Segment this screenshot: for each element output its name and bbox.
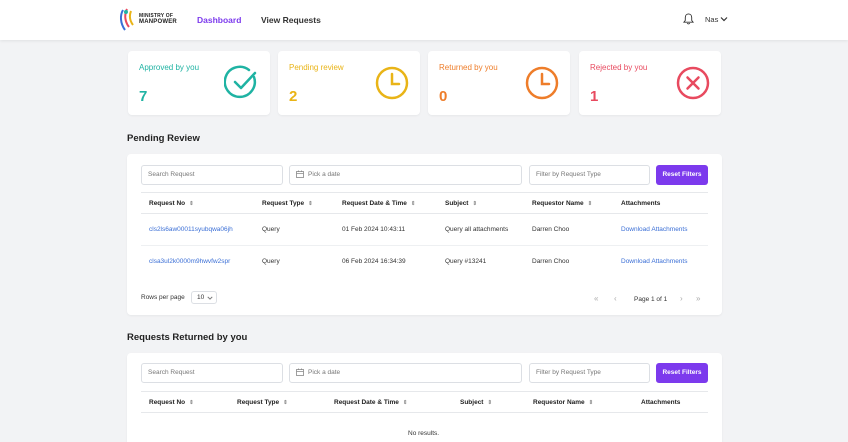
sort-icon: ⇕ <box>283 400 288 406</box>
returned-table: Request No ⇕ Request Type ⇕ Request Date &… <box>141 391 708 441</box>
reset-filters-button[interactable]: Reset Filters <box>656 165 708 185</box>
logo-mark-icon <box>119 8 134 31</box>
sort-icon: ⇕ <box>402 400 408 406</box>
returned-requests-panel: Search Request Pick a date Filter by Req… <box>127 353 722 442</box>
request-date: 06 Feb 2024 16:34:39 <box>342 258 406 265</box>
pending-table: Request No ⇕ Request Type ⇕ Request Date &… <box>141 192 708 284</box>
date-picker[interactable]: Pick a date <box>289 363 522 383</box>
clock-icon <box>375 66 409 100</box>
col-request-no[interactable]: Request No ⇕ <box>149 399 194 406</box>
card-returned: Returned by you 0 <box>428 51 570 115</box>
table-header: Request No ⇕ Request Type ⇕ Request Date &… <box>141 391 708 413</box>
request-no-link[interactable]: cls2ls6aw00011syubqwa06jh <box>149 226 233 233</box>
download-attachments-link[interactable]: Download Attachments <box>621 226 687 233</box>
date-placeholder: Pick a date <box>308 171 341 178</box>
subject: Query all attachments <box>445 226 509 233</box>
requestor-name: Darren Choo <box>532 226 570 233</box>
check-circle-icon <box>224 65 257 99</box>
col-request-date[interactable]: Request Date & Time ⇕ <box>342 200 416 207</box>
calendar-icon <box>296 170 304 179</box>
request-type-filter[interactable]: Filter by Request Type <box>529 363 650 383</box>
card-value: 0 <box>439 88 448 105</box>
pending-review-panel: Search Request Pick a date Filter by Req… <box>127 154 722 315</box>
card-label: Approved by you <box>139 63 200 72</box>
table-row: cls2ls6aw00011syubqwa06jh Query 01 Feb 2… <box>141 214 708 246</box>
x-circle-icon <box>676 66 710 100</box>
card-value: 7 <box>139 88 148 105</box>
next-page-button[interactable]: › <box>680 294 683 303</box>
date-placeholder: Pick a date <box>308 369 341 376</box>
rows-per-page-label: Rows per page <box>141 294 185 301</box>
rows-per-page-value: 10 <box>197 294 205 301</box>
user-menu[interactable]: Nas <box>705 15 718 24</box>
clock-icon <box>525 66 559 100</box>
col-requestor-name[interactable]: Requestor Name ⇕ <box>533 399 593 406</box>
card-label: Returned by you <box>439 63 498 72</box>
col-subject[interactable]: Subject ⇕ <box>445 200 477 207</box>
request-date: 01 Feb 2024 10:43:11 <box>342 226 406 233</box>
request-type: Query <box>262 226 280 233</box>
requestor-name: Darren Choo <box>532 258 570 265</box>
nav-dashboard[interactable]: Dashboard <box>197 15 241 25</box>
calendar-icon <box>296 368 304 377</box>
logo-line-2: MANPOWER <box>139 19 177 25</box>
chevron-down-icon <box>207 296 213 300</box>
card-approved: Approved by you 7 <box>128 51 270 115</box>
search-input[interactable]: Search Request <box>141 363 283 383</box>
sort-icon: ⇕ <box>410 201 416 207</box>
col-request-no[interactable]: Request No ⇕ <box>149 200 194 207</box>
nav-view-requests[interactable]: View Requests <box>261 15 321 25</box>
card-pending: Pending review 2 <box>278 51 420 115</box>
reset-filters-button[interactable]: Reset Filters <box>656 363 708 383</box>
first-page-button[interactable]: « <box>594 294 598 303</box>
table-header: Request No ⇕ Request Type ⇕ Request Date &… <box>141 192 708 214</box>
download-attachments-link[interactable]: Download Attachments <box>621 258 687 265</box>
card-label: Rejected by you <box>590 63 648 72</box>
col-request-date[interactable]: Request Date & Time ⇕ <box>334 399 408 406</box>
request-type-filter[interactable]: Filter by Request Type <box>529 165 650 185</box>
top-navbar: MINISTRY OF MANPOWER Dashboard View Requ… <box>0 0 848 40</box>
card-value: 2 <box>289 88 298 105</box>
search-input[interactable]: Search Request <box>141 165 283 185</box>
chevron-down-icon[interactable] <box>720 15 728 23</box>
page-indicator: Page 1 of 1 <box>634 296 668 303</box>
sort-icon: ⇕ <box>587 201 593 207</box>
mom-logo[interactable]: MINISTRY OF MANPOWER <box>117 7 179 33</box>
col-requestor-name[interactable]: Requestor Name ⇕ <box>532 200 592 207</box>
card-value: 1 <box>590 88 599 105</box>
table-row: clsa3ul2k0000m9hwvfw2spr Query 06 Feb 20… <box>141 246 708 278</box>
sort-icon: ⇕ <box>189 400 194 406</box>
sort-icon: ⇕ <box>472 201 478 207</box>
card-rejected: Rejected by you 1 <box>579 51 721 115</box>
bell-icon[interactable] <box>683 13 694 25</box>
request-no-link[interactable]: clsa3ul2k0000m9hwvfw2spr <box>149 258 230 265</box>
col-subject[interactable]: Subject ⇕ <box>460 399 492 406</box>
date-picker[interactable]: Pick a date <box>289 165 522 185</box>
col-request-type[interactable]: Request Type ⇕ <box>262 200 313 207</box>
returned-requests-title: Requests Returned by you <box>127 332 248 343</box>
rows-per-page-select[interactable]: 10 <box>191 291 217 304</box>
col-request-type[interactable]: Request Type ⇕ <box>237 399 288 406</box>
subject: Query #13241 <box>445 258 487 265</box>
sort-icon: ⇕ <box>189 201 194 207</box>
sort-icon: ⇕ <box>308 201 313 207</box>
request-type: Query <box>262 258 280 265</box>
card-label: Pending review <box>289 63 344 72</box>
sort-icon: ⇕ <box>487 400 493 406</box>
col-attachments: Attachments <box>641 399 681 406</box>
last-page-button[interactable]: » <box>696 294 700 303</box>
pending-review-title: Pending Review <box>127 133 200 144</box>
no-results-text: No results. <box>408 430 440 437</box>
sort-icon: ⇕ <box>588 400 594 406</box>
col-attachments: Attachments <box>621 200 661 207</box>
prev-page-button[interactable]: ‹ <box>614 294 617 303</box>
